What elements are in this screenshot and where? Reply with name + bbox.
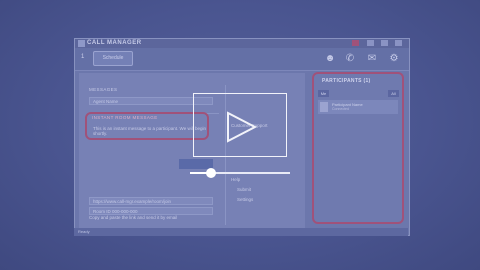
room-link-field[interactable]: https://www.call-mgr.example/room/join <box>89 197 213 205</box>
maximize-window-button[interactable] <box>381 40 388 46</box>
close-window-button[interactable] <box>352 40 359 46</box>
user-icon[interactable]: ☻ <box>323 52 337 66</box>
app-logo-icon <box>78 40 85 47</box>
participant-row[interactable]: Participant Name Connected <box>318 100 398 114</box>
instant-message-highlight <box>85 112 209 140</box>
video-progress-knob[interactable] <box>206 168 216 178</box>
chat-icon[interactable]: ✉ <box>365 52 379 66</box>
participant-status: Connected <box>332 107 349 111</box>
settings-icon[interactable]: ⚙ <box>387 52 401 66</box>
play-icon[interactable] <box>222 110 258 146</box>
help-item-settings[interactable]: Settings <box>237 197 253 202</box>
messages-heading: MESSAGES <box>89 87 118 92</box>
schedule-button[interactable]: Schedule <box>93 51 133 66</box>
participants-filter-all[interactable]: All <box>388 90 399 97</box>
toolbar-count: 1 <box>81 54 85 60</box>
status-text: Ready <box>78 229 90 234</box>
help-heading: Help <box>231 177 241 182</box>
room-id-field[interactable]: Room ID 000-000-000 <box>89 207 213 215</box>
toolbar: 1 Schedule ☻ ✆ ✉ ⚙ <box>75 48 409 71</box>
title-bar: CALL MANAGER <box>75 39 409 48</box>
window-title: CALL MANAGER <box>87 40 142 46</box>
participants-panel: PARTICIPANTS (1) Me All Participant Name… <box>312 72 404 224</box>
help-item-submit[interactable]: Submit <box>237 187 251 192</box>
status-bar: Ready <box>74 228 408 236</box>
participants-title: PARTICIPANTS (1) <box>322 78 371 84</box>
minimize-window-button[interactable] <box>367 40 374 46</box>
restore-window-button[interactable] <box>395 40 402 46</box>
video-progress-bar[interactable] <box>190 168 290 178</box>
avatar <box>320 102 328 112</box>
phone-icon[interactable]: ✆ <box>343 52 357 66</box>
participants-filter-me[interactable]: Me <box>318 90 329 97</box>
